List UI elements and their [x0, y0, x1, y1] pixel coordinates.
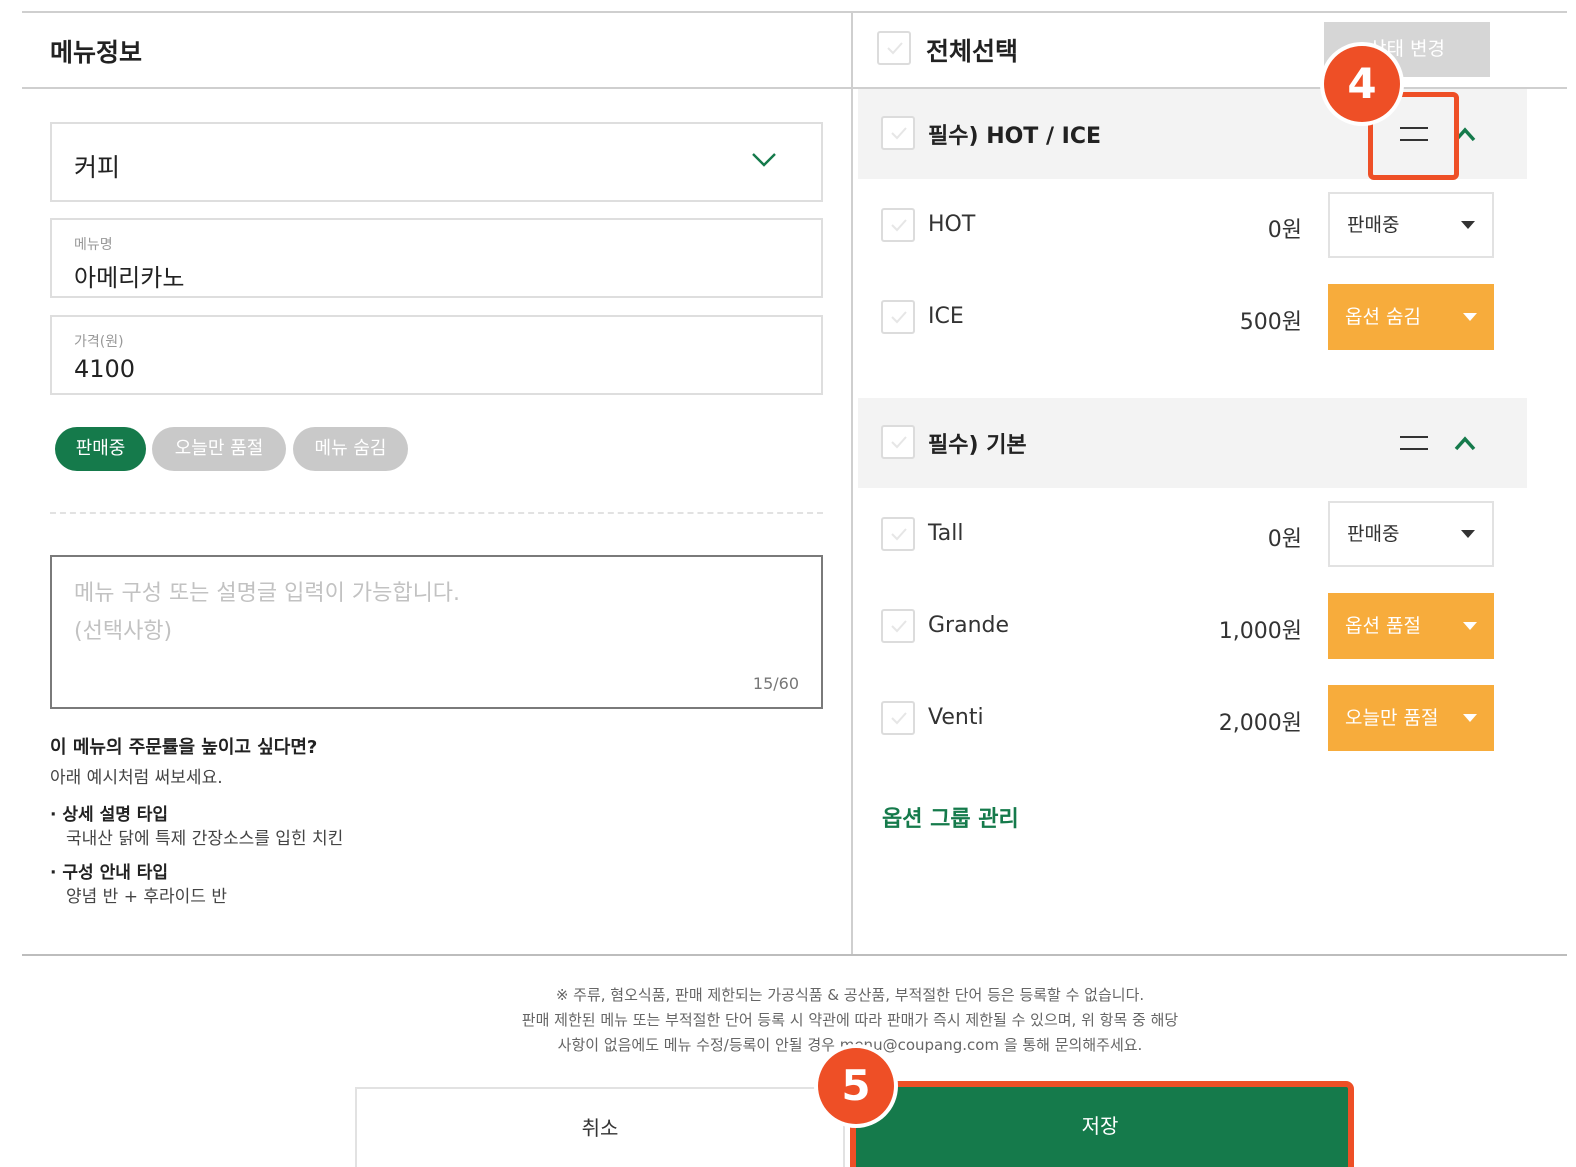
category-value: 커피 [74, 153, 121, 182]
option-status-value: 판매중 [1347, 214, 1400, 236]
option-name-hot: HOT [928, 212, 976, 237]
check-icon [887, 42, 903, 55]
option-status-dropdown-hot[interactable]: 판매중 [1328, 192, 1494, 258]
group-label-hot-ice: 필수) HOT / ICE [928, 124, 1102, 149]
check-icon [891, 712, 907, 725]
option-status-value: 판매중 [1347, 523, 1400, 545]
price-value: 4100 [74, 355, 136, 383]
status-pill-hide-menu[interactable]: 메뉴 숨김 [293, 427, 408, 471]
check-icon [891, 620, 907, 633]
option-status-value: 옵션 숨김 [1345, 306, 1421, 328]
group-checkbox-basic[interactable] [881, 425, 915, 459]
dashed-divider [50, 512, 823, 514]
tip-example-title-2: · 구성 안내 타입 [50, 863, 169, 883]
price-label: 가격(원) [74, 334, 124, 350]
check-icon [891, 219, 907, 232]
tip-example-title-1: · 상세 설명 타입 [50, 805, 169, 825]
status-pill-on-sale[interactable]: 판매중 [55, 427, 146, 471]
option-status-dropdown-tall[interactable]: 판매중 [1328, 501, 1494, 567]
tip-example-text-2: 양념 반 + 후라이드 반 [66, 887, 227, 907]
check-icon [891, 436, 907, 449]
category-select[interactable]: 커피 [50, 122, 823, 202]
option-name-tall: Tall [928, 521, 964, 546]
option-name-venti: Venti [928, 705, 984, 730]
bottom-divider [22, 954, 1567, 956]
option-price-tall: 0원 [1267, 527, 1302, 552]
group-label-basic: 필수) 기본 [928, 433, 1027, 458]
status-pill-sold-out-today[interactable]: 오늘만 품절 [152, 427, 286, 471]
option-status-value: 옵션 품절 [1345, 615, 1421, 637]
option-name-grande: Grande [928, 613, 1010, 638]
menu-name-field[interactable]: 메뉴명 아메리카노 [50, 218, 823, 298]
chevron-up-icon[interactable] [1452, 433, 1478, 453]
description-textarea[interactable]: 메뉴 구성 또는 설명글 입력이 가능합니다. (선택사항) 15/60 [50, 555, 823, 709]
menu-info-title: 메뉴정보 [50, 38, 143, 67]
option-status-value: 오늘만 품절 [1345, 707, 1439, 729]
notice-line-1: ※ 주류, 혐오식품, 판매 제한되는 가공식품 & 공산품, 부적절한 단어 … [555, 986, 1145, 1004]
notice-line-2: 판매 제한된 메뉴 또는 부적절한 단어 등록 시 약관에 따라 판매가 즉시 … [521, 1011, 1179, 1029]
caret-down-icon [1463, 622, 1477, 630]
option-checkbox-tall[interactable] [881, 517, 915, 551]
tip-heading: 이 메뉴의 주문률을 높이고 싶다면? [50, 737, 318, 758]
option-checkbox-grande[interactable] [881, 609, 915, 643]
caret-down-icon [1461, 221, 1475, 229]
price-field[interactable]: 가격(원) 4100 [50, 315, 823, 395]
top-divider [22, 11, 1567, 13]
manage-option-groups-link[interactable]: 옵션 그룹 관리 [882, 801, 1019, 833]
step-badge-4: 4 [1324, 46, 1400, 122]
description-placeholder-line1: 메뉴 구성 또는 설명글 입력이 가능합니다. [74, 581, 461, 606]
option-checkbox-ice[interactable] [881, 300, 915, 334]
option-name-ice: ICE [928, 304, 964, 329]
select-all-label: 전체선택 [926, 37, 1019, 66]
column-divider [851, 12, 853, 956]
tip-example-text-1: 국내산 닭에 특제 간장소스를 입힌 치킨 [66, 829, 344, 849]
option-price-hot: 0원 [1267, 218, 1302, 243]
drag-handle-icon[interactable] [1400, 436, 1428, 450]
left-header-divider [22, 87, 852, 89]
option-price-ice: 500원 [1239, 310, 1302, 335]
description-char-counter: 15/60 [752, 674, 799, 693]
check-icon [891, 311, 907, 324]
cancel-button[interactable]: 취소 [355, 1087, 845, 1167]
group-checkbox-hot-ice[interactable] [881, 116, 915, 150]
caret-down-icon [1463, 714, 1477, 722]
option-status-dropdown-grande[interactable]: 옵션 품절 [1328, 593, 1494, 659]
option-price-grande: 1,000원 [1218, 619, 1302, 644]
caret-down-icon [1461, 530, 1475, 538]
description-placeholder-line2: (선택사항) [74, 619, 173, 644]
check-icon [891, 127, 907, 140]
option-price-venti: 2,000원 [1218, 711, 1302, 736]
option-checkbox-hot[interactable] [881, 208, 915, 242]
option-checkbox-venti[interactable] [881, 701, 915, 735]
option-status-dropdown-venti[interactable]: 오늘만 품절 [1328, 685, 1494, 751]
option-status-dropdown-ice[interactable]: 옵션 숨김 [1328, 284, 1494, 350]
step-badge-5: 5 [818, 1048, 894, 1124]
check-icon [891, 528, 907, 541]
tip-subtext: 아래 예시처럼 써보세요. [50, 768, 223, 788]
caret-down-icon [1463, 313, 1477, 321]
chevron-down-icon [752, 153, 776, 167]
highlight-box-step-5 [850, 1081, 1354, 1167]
select-all-checkbox[interactable] [877, 31, 911, 65]
menu-name-label: 메뉴명 [74, 237, 113, 253]
menu-name-value: 아메리카노 [74, 264, 185, 292]
